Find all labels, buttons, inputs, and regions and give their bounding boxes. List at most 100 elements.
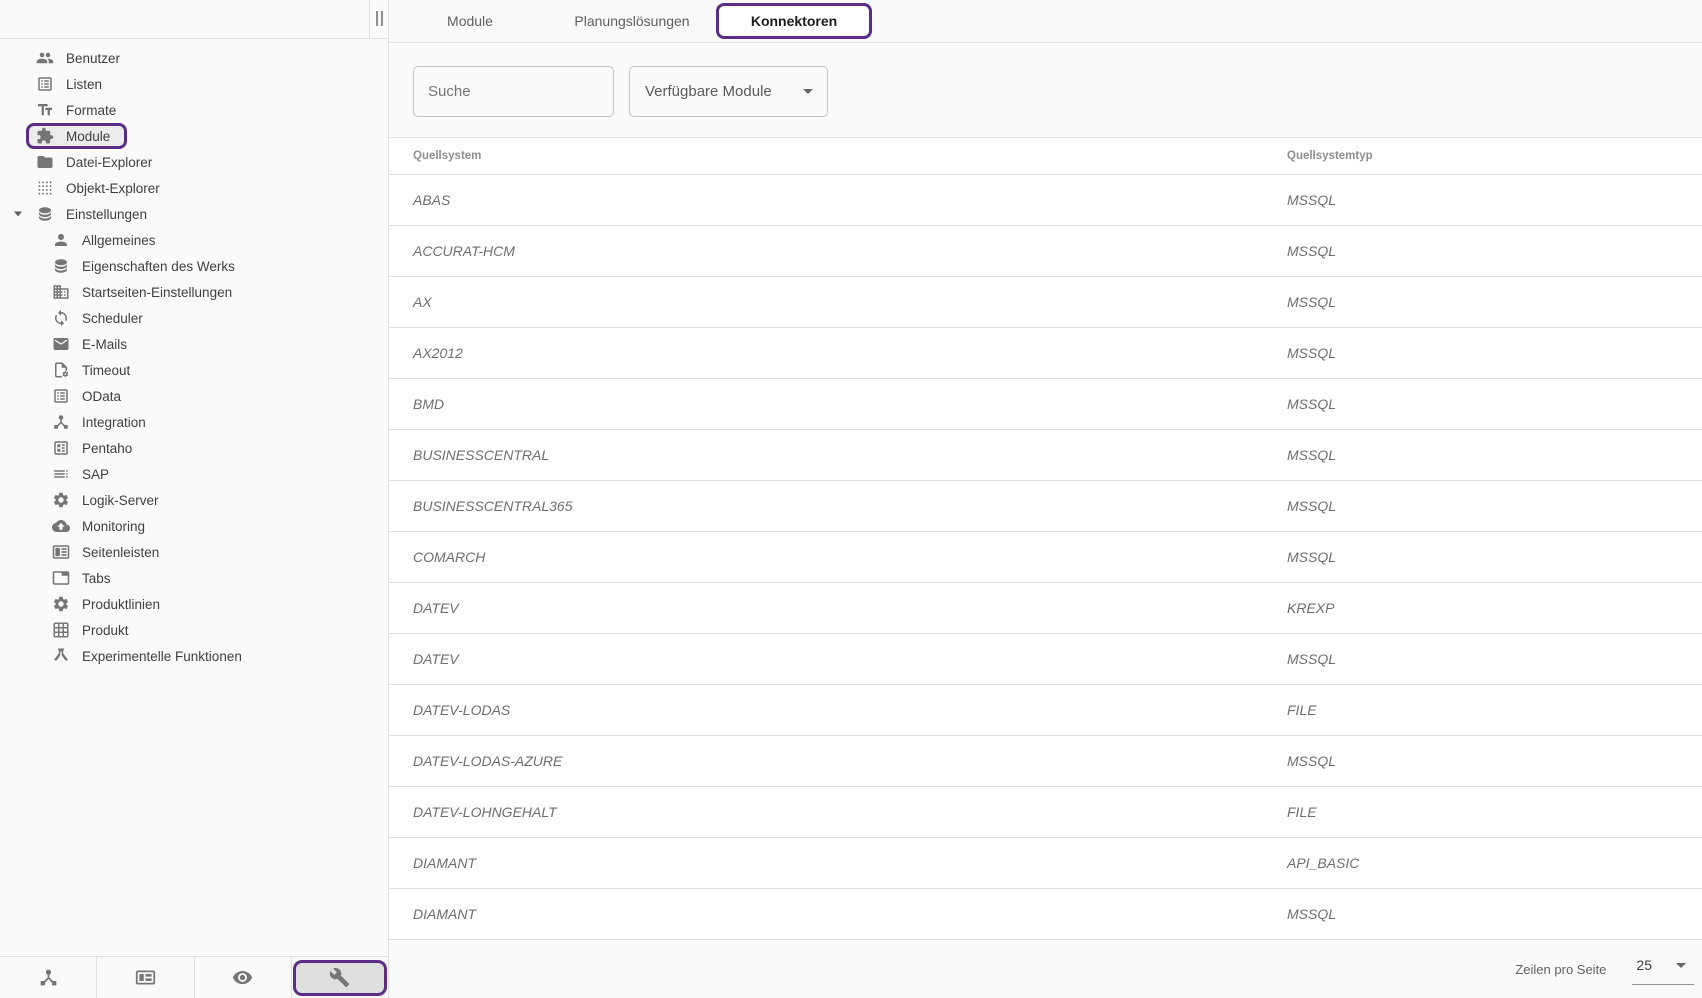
admin-tools-button[interactable]	[292, 957, 388, 998]
nav-item-pill: Monitoring	[42, 513, 162, 539]
nav-item-pill: Integration	[42, 409, 163, 435]
cell-quellsystemtyp: MSSQL	[1287, 243, 1702, 259]
available-modules-select[interactable]: Verfügbare Module	[629, 66, 828, 117]
sidebar-item-e-mails[interactable]: E-Mails	[0, 331, 388, 357]
sidebar-item-label: Allgemeines	[82, 233, 156, 248]
table-row[interactable]: ACCURAT-HCMMSSQL	[389, 226, 1702, 277]
sidebar-item-experimentelle-funktionen[interactable]: Experimentelle Funktionen	[0, 643, 388, 669]
tool-button-pill	[97, 957, 193, 998]
sidebar-item-label: OData	[82, 389, 121, 404]
sidebar-item-label: Seitenleisten	[82, 545, 159, 560]
sidebar-item-tabs[interactable]: Tabs	[0, 565, 388, 591]
cell-quellsystemtyp: MSSQL	[1287, 906, 1702, 922]
sidebar-item-formate[interactable]: Formate	[0, 97, 388, 123]
cell-quellsystem: DATEV-LOHNGEHALT	[413, 804, 1287, 820]
table-row[interactable]: BUSINESSCENTRAL365MSSQL	[389, 481, 1702, 532]
cell-quellsystemtyp: MSSQL	[1287, 396, 1702, 412]
sidebar-item-allgemeines[interactable]: Allgemeines	[0, 227, 388, 253]
table-row[interactable]: DATEVKREXP	[389, 583, 1702, 634]
sidebar-item-label: Scheduler	[82, 311, 143, 326]
sidebar-item-label: Module	[66, 129, 110, 144]
table-row[interactable]: BUSINESSCENTRALMSSQL	[389, 430, 1702, 481]
cell-quellsystemtyp: KREXP	[1287, 600, 1702, 616]
sidebar-item-produkt[interactable]: Produkt	[0, 617, 388, 643]
table-row[interactable]: DATEV-LODAS-AZUREMSSQL	[389, 736, 1702, 787]
search-input[interactable]	[414, 83, 613, 100]
sidebar-item-seitenleisten[interactable]: Seitenleisten	[0, 539, 388, 565]
tab-konnektoren[interactable]: Konnektoren	[716, 3, 872, 39]
sidebar-item-objekt-explorer[interactable]: Objekt-Explorer	[0, 175, 388, 201]
table-row[interactable]: DIAMANTAPI_BASIC	[389, 838, 1702, 889]
tab-module[interactable]: Module	[389, 0, 551, 42]
sync-icon	[52, 309, 70, 327]
sidebar-item-module[interactable]: Module	[0, 123, 388, 149]
sidebar-item-pentaho[interactable]: Pentaho	[0, 435, 388, 461]
sidebar-item-label: Formate	[66, 103, 116, 118]
table-row[interactable]: DATEVMSSQL	[389, 634, 1702, 685]
cell-quellsystemtyp: MSSQL	[1287, 192, 1702, 208]
sidebar-item-sap[interactable]: SAP	[0, 461, 388, 487]
preview-button[interactable]	[195, 957, 292, 998]
sidebar-item-label: Listen	[66, 77, 102, 92]
sidebar-item-scheduler[interactable]: Scheduler	[0, 305, 388, 331]
cell-quellsystemtyp: FILE	[1287, 804, 1702, 820]
cell-quellsystem: ABAS	[413, 192, 1287, 208]
toc-icon	[52, 465, 70, 483]
table-row[interactable]: BMDMSSQL	[389, 379, 1702, 430]
sidebar-item-integration[interactable]: Integration	[0, 409, 388, 435]
table-body: ABASMSSQLACCURAT-HCMMSSQLAXMSSQLAX2012MS…	[389, 175, 1702, 940]
sidebar-item-label: Objekt-Explorer	[66, 181, 160, 196]
building-icon	[52, 283, 70, 301]
nav-item-pill: Logik-Server	[42, 487, 176, 513]
grid-icon	[52, 621, 70, 639]
sidebar-item-odata[interactable]: OData	[0, 383, 388, 409]
sidebar-item-produktlinien[interactable]: Produktlinien	[0, 591, 388, 617]
rows-per-page-select[interactable]: 25	[1632, 953, 1694, 985]
sidebar-item-timeout[interactable]: Timeout	[0, 357, 388, 383]
drag-handle-icon	[376, 11, 383, 38]
sidebar-item-listen[interactable]: Listen	[0, 71, 388, 97]
nav-item-pill: Formate	[26, 97, 133, 123]
cell-quellsystem: BUSINESSCENTRAL365	[413, 498, 1287, 514]
sidebar-item-benutzer[interactable]: Benutzer	[0, 45, 388, 71]
hub-icon	[38, 967, 59, 988]
sidebar-item-eigenschaften-des-werks[interactable]: Eigenschaften des Werks	[0, 253, 388, 279]
sidebar-item-label: Integration	[82, 415, 146, 430]
sidebar-resize-handle[interactable]	[369, 0, 388, 38]
table-row[interactable]: COMARCHMSSQL	[389, 532, 1702, 583]
nav-item-pill: Allgemeines	[42, 227, 173, 253]
layout-button[interactable]	[97, 957, 194, 998]
search-field	[413, 66, 614, 117]
sidebar-item-label: Timeout	[82, 363, 130, 378]
sidebar-item-label: E-Mails	[82, 337, 127, 352]
rows-per-page-label: Zeilen pro Seite	[1515, 962, 1606, 977]
table-row[interactable]: AXMSSQL	[389, 277, 1702, 328]
wrench-icon	[329, 967, 350, 988]
sidebar-item-monitoring[interactable]: Monitoring	[0, 513, 388, 539]
sidebar-item-startseiten-einstellungen[interactable]: Startseiten-Einstellungen	[0, 279, 388, 305]
grid-box-icon	[52, 439, 70, 457]
tab-planungsloesungen[interactable]: Planungslösungen	[551, 0, 713, 42]
cell-quellsystem: DATEV-LODAS	[413, 702, 1287, 718]
table-row[interactable]: ABASMSSQL	[389, 175, 1702, 226]
table-row[interactable]: DIAMANTMSSQL	[389, 889, 1702, 940]
table-row[interactable]: DATEV-LODASFILE	[389, 685, 1702, 736]
cell-quellsystemtyp: MSSQL	[1287, 498, 1702, 514]
expand-arrow-icon[interactable]	[14, 212, 22, 217]
main-content: ModulePlanungslösungenKonnektoren Verfüg…	[389, 0, 1702, 998]
paginator: Zeilen pro Seite 25	[389, 940, 1702, 998]
nav-item-pill: Datei-Explorer	[26, 149, 169, 175]
table-row[interactable]: AX2012MSSQL	[389, 328, 1702, 379]
cell-quellsystemtyp: MSSQL	[1287, 345, 1702, 361]
sidebar-item-label: Produktlinien	[82, 597, 160, 612]
sidebar-item-logik-server[interactable]: Logik-Server	[0, 487, 388, 513]
flask-icon	[52, 647, 70, 665]
nav-item-pill: Experimentelle Funktionen	[42, 643, 259, 669]
sidebar-item-datei-explorer[interactable]: Datei-Explorer	[0, 149, 388, 175]
nav-item-pill: Eigenschaften des Werks	[42, 253, 252, 279]
layout-icon	[135, 967, 156, 988]
sidebar-item-einstellungen[interactable]: Einstellungen	[0, 201, 388, 227]
integration-button[interactable]	[0, 957, 97, 998]
table-row[interactable]: DATEV-LOHNGEHALTFILE	[389, 787, 1702, 838]
database-icon	[52, 257, 70, 275]
